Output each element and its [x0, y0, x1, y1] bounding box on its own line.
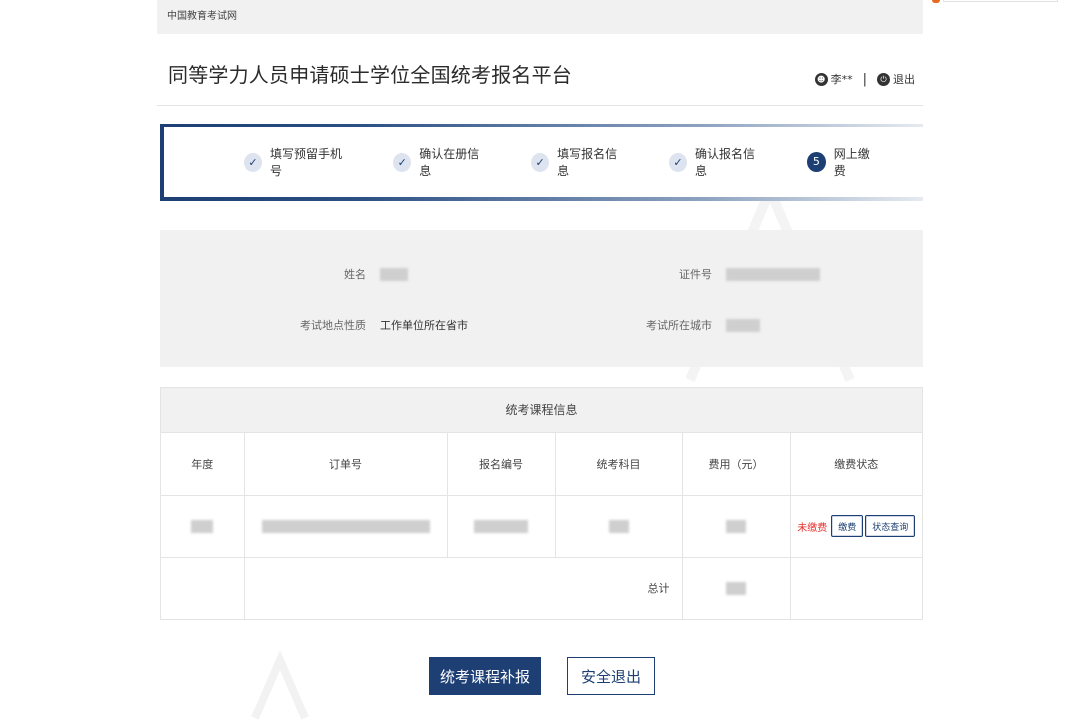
name-row: 姓名	[270, 266, 408, 282]
step-label: 网上缴费	[833, 147, 870, 178]
cell-total-fee	[682, 557, 791, 619]
pay-button[interactable]: 缴费	[831, 515, 864, 537]
table-row: 未缴费 缴费 状态查询	[161, 495, 923, 558]
course-info-table: 统考课程信息 年度 订单号 报名编号 统考科目 费用（元） 缴费状态 未缴费 缴…	[160, 387, 923, 620]
step-3: ✓ 填写报名信息	[531, 145, 625, 179]
exam-city-value-redacted	[726, 318, 760, 332]
header-subject: 统考科目	[555, 433, 683, 496]
cell-subject	[555, 495, 683, 558]
redacted-value	[608, 519, 629, 533]
header-order-no: 订单号	[244, 433, 448, 496]
header-year: 年度	[161, 433, 245, 496]
main-container: 中国教育考试网 同等学力人员申请硕士学位全国统考报名平台 ☻ 李** | ⏻ 退…	[157, 0, 923, 620]
status-query-button[interactable]: 状态查询	[865, 515, 916, 537]
redacted-value	[474, 519, 528, 533]
action-buttons: 统考课程补报 安全退出	[429, 657, 655, 695]
step-label: 填写预留手机号	[269, 147, 342, 178]
header-payment-status: 缴费状态	[790, 433, 922, 496]
check-icon: ✓	[244, 152, 262, 172]
step-4: ✓ 确认报名信息	[669, 145, 763, 179]
exam-city-row: 考试所在城市	[620, 317, 760, 333]
background-chevron-decoration	[251, 649, 309, 720]
cell-fee	[682, 495, 791, 558]
step-1: ✓ 填写预留手机号	[244, 145, 349, 179]
cell-empty	[161, 557, 245, 619]
supplement-course-button[interactable]: 统考课程补报	[429, 657, 541, 695]
power-icon[interactable]: ⏻	[877, 72, 890, 86]
header-fee: 费用（元）	[682, 433, 791, 496]
id-value-redacted	[726, 267, 820, 281]
user-icon: ☻	[814, 72, 828, 86]
total-row: 总计	[161, 557, 922, 619]
site-bar: 中国教育考试网	[157, 0, 923, 34]
name-value-redacted	[380, 267, 408, 281]
step-label: 填写报名信息	[557, 147, 618, 178]
redacted-value	[191, 519, 214, 533]
redacted-value	[726, 519, 746, 533]
corner-tab	[943, 0, 1058, 2]
id-label: 证件号	[679, 268, 712, 281]
page: 中国教育考试网 同等学力人员申请硕士学位全国统考报名平台 ☻ 李** | ⏻ 退…	[0, 0, 1080, 721]
page-header: 同等学力人员申请硕士学位全国统考报名平台 ☻ 李** | ⏻ 退出	[157, 34, 923, 106]
steps-inner: ✓ 填写预留手机号 ✓ 确认在册信息 ✓ 填写报名信息 ✓ 确认报名信息 5 网…	[164, 127, 923, 197]
exam-location-type-row: 考试地点性质 工作单位所在省市	[270, 317, 468, 333]
cell-empty	[790, 557, 922, 619]
table-header-row: 年度 订单号 报名编号 统考科目 费用（元） 缴费状态	[161, 433, 922, 496]
check-icon: ✓	[669, 152, 687, 172]
status-group: 未缴费 缴费 状态查询	[791, 515, 923, 537]
check-icon: ✓	[531, 152, 550, 172]
cell-payment-status: 未缴费 缴费 状态查询	[790, 495, 923, 558]
orange-indicator	[932, 0, 940, 3]
user-name: 李**	[830, 73, 853, 86]
step-2: ✓ 确认在册信息	[393, 145, 487, 179]
progress-steps: ✓ 填写预留手机号 ✓ 确认在册信息 ✓ 填写报名信息 ✓ 确认报名信息 5 网…	[160, 124, 923, 201]
step-5: 5 网上缴费	[806, 145, 879, 179]
safe-exit-button[interactable]: 安全退出	[567, 657, 655, 695]
exam-city-label: 考试所在城市	[646, 319, 712, 332]
divider: |	[862, 71, 867, 87]
id-row: 证件号	[620, 266, 820, 282]
cell-order-no	[244, 495, 448, 558]
table-title: 统考课程信息	[161, 388, 922, 433]
exam-location-type-value: 工作单位所在省市	[380, 319, 468, 332]
page-title: 同等学力人员申请硕士学位全国统考报名平台	[168, 63, 572, 87]
step-label: 确认报名信息	[694, 147, 755, 178]
user-box: ☻ 李** | ⏻ 退出	[814, 71, 915, 87]
logout-link[interactable]: 退出	[893, 71, 915, 87]
course-table-grid: 年度 订单号 报名编号 统考科目 费用（元） 缴费状态 未缴费 缴费 状态查询 …	[161, 433, 922, 619]
exam-location-type-label: 考试地点性质	[300, 319, 366, 332]
name-label: 姓名	[344, 268, 366, 281]
cell-registration-no	[447, 495, 556, 558]
header-registration-no: 报名编号	[447, 433, 556, 496]
total-label: 总计	[244, 557, 683, 619]
redacted-value	[261, 519, 430, 533]
unpaid-status: 未缴费	[797, 522, 828, 534]
step-label: 确认在册信息	[419, 147, 480, 178]
applicant-info-card: 姓名 证件号 考试地点性质 工作单位所在省市 考试所在城市	[160, 230, 923, 367]
redacted-value	[726, 582, 746, 595]
check-icon: ✓	[393, 152, 412, 172]
cell-year	[161, 495, 245, 558]
step-number: 5	[806, 152, 826, 172]
site-name[interactable]: 中国教育考试网	[167, 11, 237, 22]
